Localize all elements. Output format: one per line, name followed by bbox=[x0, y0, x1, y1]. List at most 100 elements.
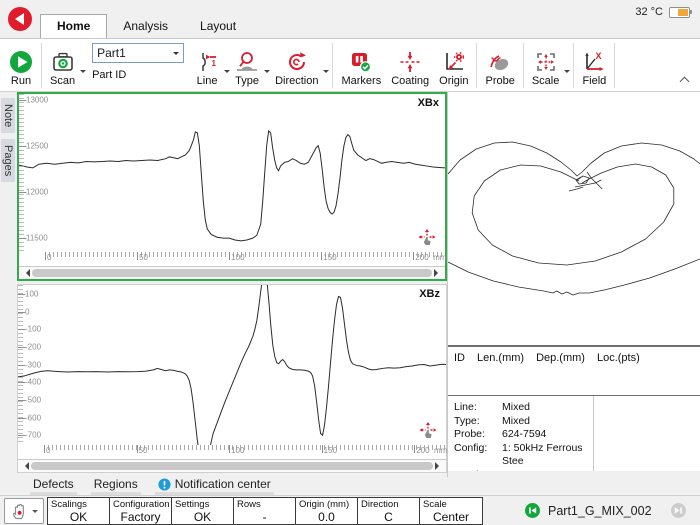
direction-button[interactable]: Direction bbox=[270, 41, 323, 90]
pan-tool-icon[interactable] bbox=[418, 421, 438, 441]
probe-icon bbox=[488, 50, 512, 74]
x-axis-tick bbox=[137, 252, 138, 260]
hand-tool-button[interactable] bbox=[4, 498, 44, 524]
back-button[interactable] bbox=[8, 7, 32, 31]
x-axis-tick-label: 200 bbox=[416, 446, 429, 455]
chart-xbx[interactable]: 13000125001200011500 XBx 050100150200mm bbox=[17, 92, 447, 281]
main-area: Note Pages 13000125001200011500 XBx 05010… bbox=[0, 92, 700, 477]
pan-tool-icon[interactable] bbox=[417, 228, 437, 248]
status-cell-settings[interactable]: SettingsOK bbox=[172, 498, 234, 524]
probe-button[interactable]: Probe bbox=[480, 41, 519, 90]
scan-info-value: 624-7594 bbox=[502, 428, 546, 442]
scroll-right-arrow-icon[interactable] bbox=[435, 462, 443, 470]
scroll-right-arrow-icon[interactable] bbox=[434, 269, 442, 277]
part-id-combobox[interactable]: Part1 bbox=[92, 43, 184, 63]
chart-xbx-scrollbar[interactable] bbox=[19, 266, 445, 279]
run-button[interactable]: Run bbox=[4, 41, 38, 90]
scan-info-value: Mixed bbox=[502, 401, 530, 415]
scroll-left-arrow-icon[interactable] bbox=[21, 462, 29, 470]
titlebar: Home Analysis Layout 32 °C bbox=[0, 0, 700, 38]
coating-icon bbox=[398, 50, 422, 74]
charts-column: 13000125001200011500 XBx 050100150200mm … bbox=[17, 92, 447, 477]
chart-xbz[interactable]: 1000-100-200-300-400-500-600-700 XBz 050… bbox=[17, 284, 447, 473]
status-cell-direction[interactable]: DirectionC bbox=[358, 498, 420, 524]
line-button[interactable]: 1 Line bbox=[190, 41, 224, 90]
ribbon-separator bbox=[523, 43, 524, 88]
status-cell-label: Settings bbox=[172, 498, 233, 510]
status-cell-configuration[interactable]: ConfigurationFactory bbox=[110, 498, 172, 524]
defect-column-header: Dep.(mm) bbox=[536, 352, 585, 364]
part-id-value: Part1 bbox=[97, 46, 126, 60]
xy-signal-curve bbox=[472, 164, 674, 265]
y-axis-tick-label: 13000 bbox=[26, 95, 48, 104]
status-cell-origin-mm-[interactable]: Origin (mm)0.0 bbox=[296, 498, 358, 524]
previous-record-icon[interactable] bbox=[525, 503, 540, 518]
ribbon-separator bbox=[614, 43, 615, 88]
tab-defects[interactable]: Defects bbox=[30, 477, 77, 496]
direction-dropdown-caret[interactable] bbox=[323, 70, 329, 76]
status-cells: ScalingsOKConfigurationFactorySettingsOK… bbox=[47, 497, 483, 525]
scale-dropdown-caret[interactable] bbox=[564, 70, 570, 76]
type-icon bbox=[235, 50, 259, 74]
system-indicators: 32 °C bbox=[635, 6, 690, 18]
scan-info-label: Probe: bbox=[454, 428, 502, 442]
x-axis-tick bbox=[322, 445, 323, 453]
tab-analysis[interactable]: Analysis bbox=[107, 15, 184, 38]
ribbon-separator bbox=[41, 43, 42, 88]
svg-text:X: X bbox=[596, 51, 602, 61]
field-button[interactable]: X Field bbox=[577, 41, 611, 90]
xy-signal-plot[interactable] bbox=[448, 92, 700, 345]
y-axis-tick-label: -200 bbox=[25, 342, 41, 351]
type-button[interactable]: Type bbox=[230, 41, 264, 90]
scan-info-empty-column bbox=[594, 396, 700, 471]
scan-button[interactable]: Scan bbox=[45, 41, 80, 90]
markers-icon bbox=[349, 50, 373, 74]
scan-info-value: Mixed bbox=[502, 415, 530, 429]
markers-button[interactable]: Markers bbox=[336, 41, 386, 90]
sidebar-tab-pages[interactable]: Pages bbox=[1, 139, 15, 182]
tab-home[interactable]: Home bbox=[40, 14, 107, 38]
scan-icon bbox=[51, 50, 75, 74]
x-axis-tick-label: 100 bbox=[231, 446, 244, 455]
y-axis-tick-label: 11500 bbox=[26, 234, 48, 243]
coating-button[interactable]: Coating bbox=[386, 41, 434, 90]
chart-xbz-plot[interactable]: 1000-100-200-300-400-500-600-700 XBz bbox=[18, 285, 446, 445]
x-axis-tick bbox=[413, 252, 414, 260]
tab-notification-center[interactable]: Notification center bbox=[155, 477, 274, 496]
scrollbar-thumb[interactable] bbox=[31, 462, 433, 470]
x-axis-tick-label: 200 bbox=[415, 253, 428, 262]
status-cell-value: 0.0 bbox=[296, 510, 357, 524]
tab-regions[interactable]: Regions bbox=[91, 477, 141, 496]
next-record-icon[interactable] bbox=[671, 503, 686, 518]
status-cell-value: C bbox=[358, 510, 419, 524]
scale-button[interactable]: Scale bbox=[527, 41, 565, 90]
ribbon-separator bbox=[476, 43, 477, 88]
defect-column-header: Loc.(pts) bbox=[597, 352, 640, 364]
x-axis-unit-label: mm bbox=[433, 253, 446, 262]
chart-xbx-plot[interactable]: 13000125001200011500 XBx bbox=[19, 94, 445, 252]
side-tab-strip: Note Pages bbox=[0, 92, 17, 477]
xy-signal-curve bbox=[569, 187, 583, 191]
x-axis-ruler: 050100150200mm bbox=[19, 252, 445, 266]
status-cell-scale[interactable]: ScaleCenter bbox=[420, 498, 482, 524]
collapse-ribbon-icon[interactable] bbox=[680, 77, 690, 87]
scroll-left-arrow-icon[interactable] bbox=[22, 269, 30, 277]
scrollbar-thumb[interactable] bbox=[32, 269, 432, 277]
sidebar-tab-note[interactable]: Note bbox=[1, 98, 15, 133]
field-icon: X bbox=[582, 50, 606, 74]
x-axis-ruler: 050100150200mm bbox=[18, 445, 446, 459]
status-cell-rows[interactable]: Rows- bbox=[234, 498, 296, 524]
hand-icon bbox=[10, 501, 30, 521]
bottom-tab-row: Defects Regions Notification center bbox=[0, 477, 700, 495]
record-navigator: Part1_G_MIX_002 bbox=[525, 503, 696, 518]
battery-fill bbox=[678, 9, 688, 16]
status-cell-scalings[interactable]: ScalingsOK bbox=[48, 498, 110, 524]
origin-icon bbox=[442, 50, 466, 74]
line-icon: 1 bbox=[195, 50, 219, 74]
chart-xbz-scrollbar[interactable] bbox=[18, 459, 446, 472]
run-play-icon bbox=[9, 50, 33, 74]
origin-button[interactable]: Origin bbox=[434, 41, 473, 90]
tab-layout[interactable]: Layout bbox=[184, 15, 252, 38]
xy-signal-curve bbox=[448, 142, 700, 176]
y-axis-tick-label: -100 bbox=[25, 325, 41, 334]
